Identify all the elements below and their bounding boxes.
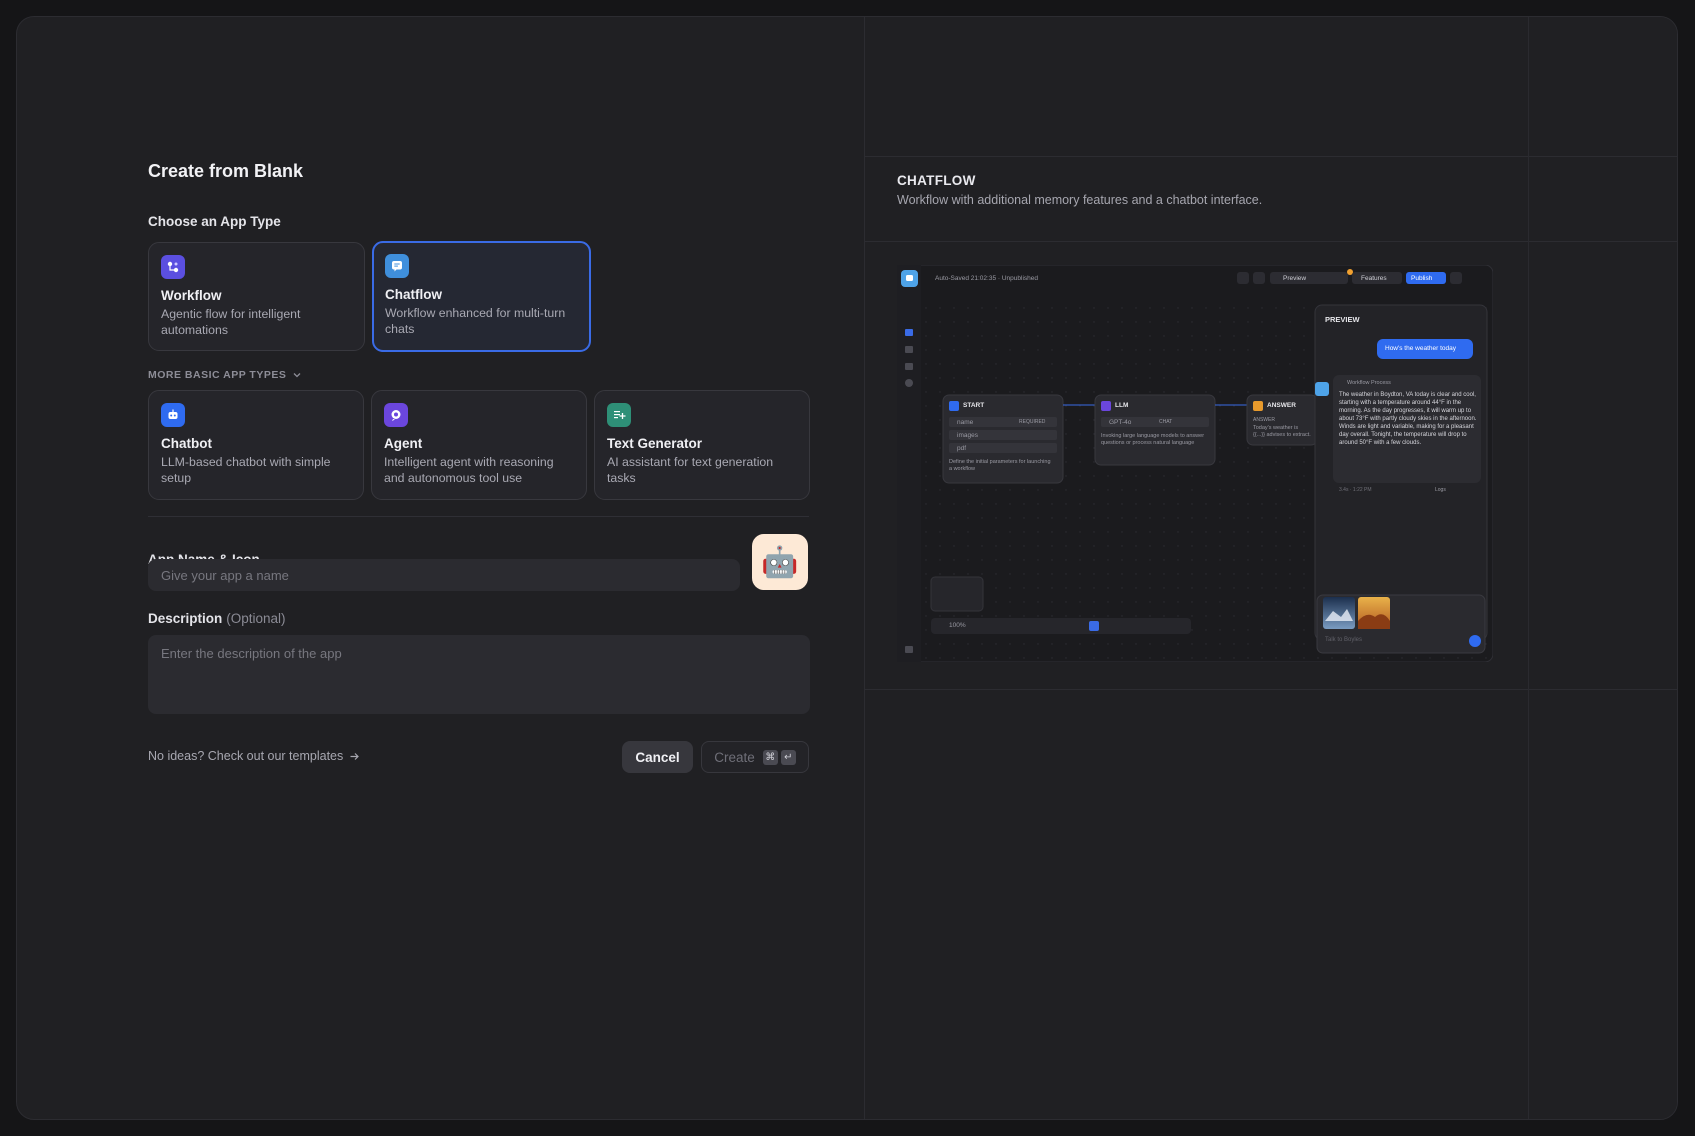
cancel-button[interactable]: Cancel <box>622 741 693 773</box>
node-answer-row: ANSWER <box>1253 417 1275 423</box>
choose-app-type-label: Choose an App Type <box>148 214 281 229</box>
node-answer-note: Today's weather is {{...}} advises to ex… <box>1253 425 1311 438</box>
arrow-right-icon <box>350 752 360 760</box>
reply-meta: 3.4s · 1:22 PM <box>1339 487 1372 493</box>
topbar-features-button: Features <box>1361 275 1387 282</box>
node-llm-title: LLM <box>1115 402 1129 409</box>
app-type-chatbot[interactable]: Chatbot LLM-based chatbot with simple se… <box>148 390 364 500</box>
user-message: How's the weather today <box>1385 345 1456 352</box>
app-type-desc: AI assistant for text generation tasks <box>607 455 774 485</box>
description-input[interactable] <box>148 635 810 714</box>
app-type-text-generator[interactable]: Text Generator AI assistant for text gen… <box>594 390 810 500</box>
app-type-desc: Agentic flow for intelligent automations <box>161 307 301 337</box>
topbar-publish-button: Publish <box>1411 275 1433 282</box>
divider <box>865 156 1677 157</box>
preview-screenshot: Auto-Saved 21:02:35 · Unpublished Previe… <box>897 265 1493 662</box>
app-name-input[interactable] <box>148 559 740 591</box>
node-start-badge: REQUIRED <box>1019 419 1046 425</box>
zoom-level: 100% <box>949 622 966 629</box>
chatflow-icon <box>385 254 409 278</box>
topbar-status: Auto-Saved 21:02:35 · Unpublished <box>935 275 1038 282</box>
page-title: Create from Blank <box>148 161 304 181</box>
preview-description: Workflow with additional memory features… <box>897 193 1263 207</box>
app-type-name: Workflow <box>161 288 222 303</box>
app-type-desc: Intelligent agent with reasoning and aut… <box>384 455 554 485</box>
app-type-name: Text Generator <box>607 436 703 451</box>
chevron-down-icon <box>293 373 301 378</box>
logs-label: Logs <box>1435 487 1446 493</box>
templates-link-text: No ideas? Check out our templates <box>148 749 344 763</box>
optional-tag: (Optional) <box>226 611 286 626</box>
node-start-row: pdf <box>957 445 967 452</box>
create-button[interactable]: Create ⌘ ↵ <box>701 741 809 773</box>
node-start-title: START <box>963 402 985 409</box>
description-label-text: Description <box>148 611 223 626</box>
text-generator-icon <box>607 403 631 427</box>
node-start-note: Define the initial parameters for launch… <box>949 459 1051 472</box>
app-type-name: Chatbot <box>161 436 212 451</box>
divider <box>1528 17 1529 1119</box>
node-llm-note: Invoking large language models to answer… <box>1101 433 1205 446</box>
more-basic-app-types-toggle[interactable]: MORE BASIC APP TYPES <box>148 369 302 381</box>
node-answer-title: ANSWER <box>1267 402 1296 409</box>
workflow-process-label: Workflow Process <box>1347 380 1391 386</box>
agent-icon <box>384 403 408 427</box>
app-type-chatflow[interactable]: Chatflow Workflow enhanced for multi-tur… <box>372 241 591 352</box>
create-app-modal: Create from Blank Choose an App Type Wor… <box>16 16 1678 1120</box>
app-type-workflow[interactable]: Workflow Agentic flow for intelligent au… <box>148 242 365 351</box>
node-start-row: images <box>957 432 978 439</box>
templates-link[interactable]: No ideas? Check out our templates <box>148 749 360 763</box>
preview-panel: CHATFLOW Workflow with additional memory… <box>864 17 1677 1119</box>
description-label: Description (Optional) <box>148 611 286 626</box>
divider <box>865 241 1677 242</box>
divider <box>148 516 809 517</box>
chat-input-placeholder: Talk to Boyles <box>1325 637 1363 643</box>
node-llm-row: GPT-4o <box>1109 419 1132 426</box>
app-type-desc: Workflow enhanced for multi-turn chats <box>385 306 566 336</box>
enter-key-icon: ↵ <box>780 749 796 765</box>
chatbot-icon <box>161 403 185 427</box>
command-key-icon: ⌘ <box>762 749 778 765</box>
divider <box>865 689 1677 690</box>
app-type-name: Agent <box>384 436 423 451</box>
topbar-preview-button: Preview <box>1283 275 1307 282</box>
app-icon-picker[interactable]: 🤖 <box>752 534 808 590</box>
node-start-row: name <box>957 419 974 426</box>
app-type-agent[interactable]: Agent Intelligent agent with reasoning a… <box>371 390 587 500</box>
node-llm-badge: CHAT <box>1159 419 1173 425</box>
preview-panel-title: PREVIEW <box>1325 315 1360 324</box>
app-type-name: Chatflow <box>385 287 442 302</box>
preview-title: CHATFLOW <box>897 173 976 188</box>
app-type-desc: LLM-based chatbot with simple setup <box>161 455 331 485</box>
bot-reply: The weather in Boydton, VA today is clea… <box>1339 392 1477 446</box>
more-label: MORE BASIC APP TYPES <box>148 369 287 381</box>
workflow-icon <box>161 255 185 279</box>
create-label: Create <box>714 749 755 765</box>
